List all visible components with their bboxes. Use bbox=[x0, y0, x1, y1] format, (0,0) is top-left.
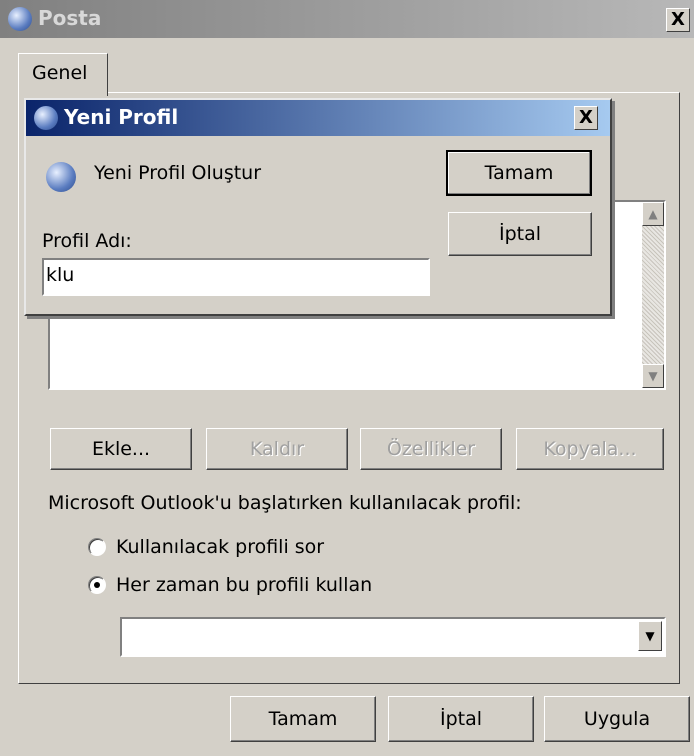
copy-profile-button[interactable]: Kopyala... bbox=[516, 428, 664, 470]
scroll-up-icon[interactable]: ▲ bbox=[642, 202, 664, 226]
profile-select[interactable]: ▼ bbox=[120, 617, 666, 657]
profile-name-label: Profil Adı: bbox=[42, 230, 132, 252]
properties-button[interactable]: Özellikler bbox=[360, 428, 502, 470]
profile-list-scrollbar[interactable]: ▲ ▼ bbox=[642, 202, 664, 388]
tab-general[interactable]: Genel bbox=[18, 53, 108, 96]
new-profile-dialog: Yeni Profil X Yeni Profil Oluştur Tamam … bbox=[24, 98, 612, 316]
dialog-title-bar[interactable]: Yeni Profil X bbox=[26, 100, 610, 136]
mail-app-icon bbox=[8, 7, 32, 31]
add-profile-button[interactable]: Ekle... bbox=[50, 428, 192, 470]
radio-always-profile-label[interactable]: Her zaman bu profili kullan bbox=[116, 574, 372, 596]
radio-ask-profile-label[interactable]: Kullanılacak profili sor bbox=[116, 536, 324, 558]
profile-name-input[interactable]: klu bbox=[42, 258, 430, 296]
dialog-description: Yeni Profil Oluştur bbox=[94, 162, 262, 184]
dialog-cancel-button[interactable]: İptal bbox=[448, 212, 592, 256]
profile-name-value: klu bbox=[46, 264, 75, 286]
tab-general-label: Genel bbox=[32, 62, 88, 84]
chevron-down-icon[interactable]: ▼ bbox=[638, 621, 662, 651]
apply-button[interactable]: Uygula bbox=[544, 696, 690, 742]
dialog-ok-button[interactable]: Tamam bbox=[446, 150, 592, 196]
mail-app-icon bbox=[34, 106, 58, 130]
window-title-bar: Posta X bbox=[0, 0, 694, 38]
window-title: Posta bbox=[38, 6, 102, 30]
close-icon[interactable]: X bbox=[666, 8, 690, 32]
cancel-button[interactable]: İptal bbox=[388, 696, 534, 742]
globe-icon bbox=[46, 162, 76, 192]
dialog-close-icon[interactable]: X bbox=[574, 106, 598, 130]
remove-profile-button[interactable]: Kaldır bbox=[206, 428, 348, 470]
scroll-down-icon[interactable]: ▼ bbox=[642, 364, 664, 388]
startup-profile-label: Microsoft Outlook'u başlatırken kullanıl… bbox=[48, 492, 522, 514]
ok-button[interactable]: Tamam bbox=[230, 696, 376, 742]
radio-always-profile[interactable] bbox=[88, 576, 106, 594]
radio-ask-profile[interactable] bbox=[88, 538, 106, 556]
dialog-title: Yeni Profil bbox=[64, 105, 179, 129]
